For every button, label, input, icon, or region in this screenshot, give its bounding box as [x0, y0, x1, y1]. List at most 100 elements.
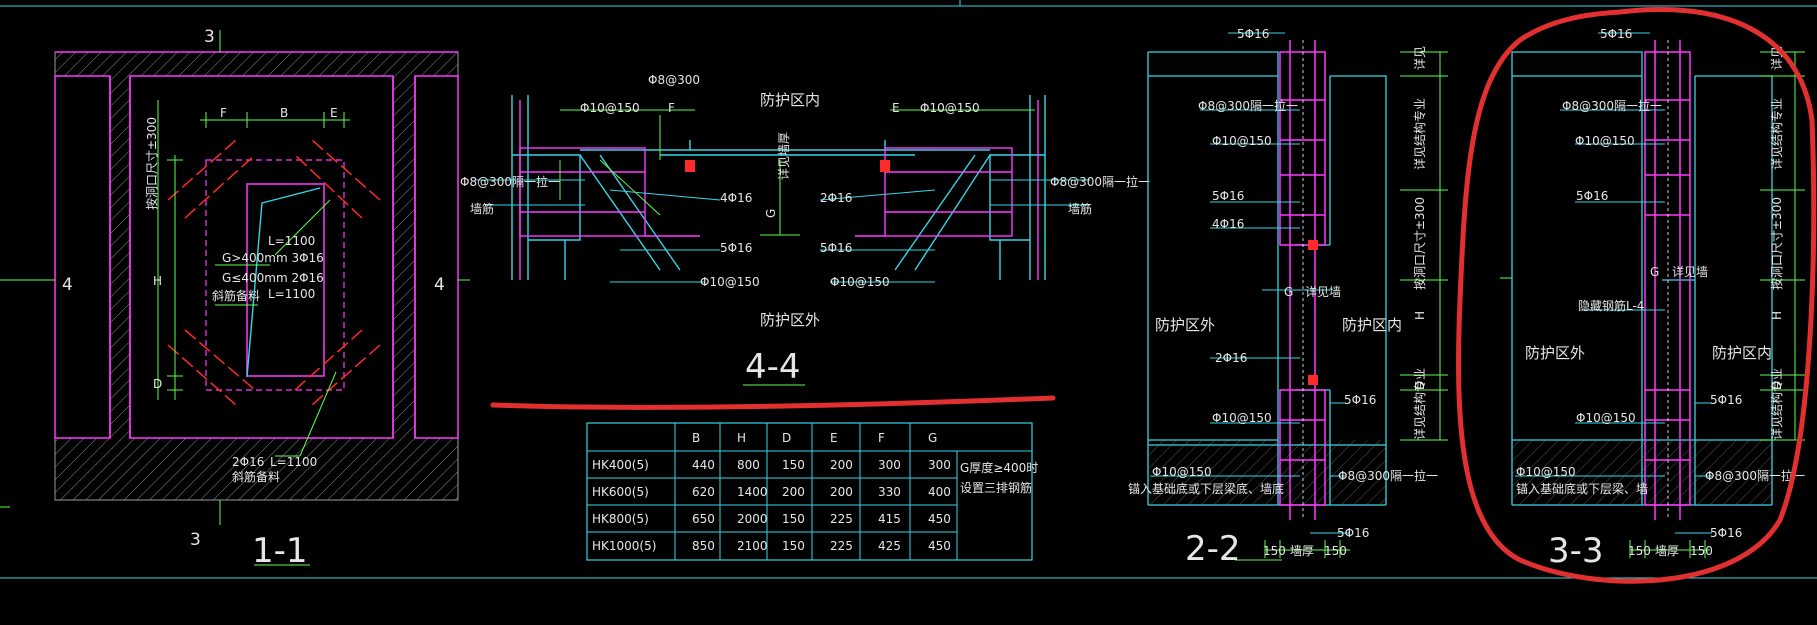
section-title-1-1: 1-1 — [252, 531, 308, 571]
dim-150b: 150 — [1690, 544, 1713, 558]
dim-F: F — [220, 106, 227, 120]
table-cell: 150 — [782, 539, 805, 553]
label-top: 5Φ16 — [1600, 27, 1632, 41]
table-header-cell: D — [782, 431, 791, 445]
label-outside: 防护区外 — [760, 311, 820, 329]
table-cell: 225 — [830, 539, 853, 553]
label-anchor: 锚入基础底或下层梁底、墙底 — [1128, 481, 1284, 496]
table-cell: 200 — [830, 485, 853, 499]
label-wall-thick: 详见墙厚 — [776, 132, 791, 180]
label-top: 5Φ16 — [1237, 27, 1269, 41]
label-inside: 防护区内 — [1712, 344, 1772, 362]
table-cell: HK800(5) — [592, 512, 649, 526]
cut-label-bottom: 3 — [190, 530, 201, 550]
rd-4: H — [1770, 311, 1784, 320]
label-bot5: 5Φ16 — [1710, 526, 1742, 540]
section-2-2: 5Φ16 Φ8@300隔一拉一 Φ10@150 5Φ16 4Φ16 G 详见墙 … — [1128, 27, 1448, 569]
note-L2: L=1100 — [268, 287, 315, 301]
table-header-cell: E — [830, 431, 838, 445]
dim-wall: 墙厚 — [1655, 544, 1679, 558]
label-outside: 防护区外 — [1525, 344, 1585, 362]
table-cell: 330 — [878, 485, 901, 499]
label-l-4phi16: 4Φ16 — [720, 191, 752, 205]
section-title-3-3: 3-3 — [1548, 531, 1604, 571]
cad-drawing-canvas[interactable]: 3 3 4 4 F B E H D 按洞口尺寸±300 L=1100 G>400… — [0, 0, 1817, 625]
label-r-5phi16: 5Φ16 — [820, 241, 852, 255]
table-cell: 150 — [782, 458, 805, 472]
rd-3: 按洞口尺寸±300 — [1413, 197, 1427, 290]
label-G: G — [1650, 265, 1659, 279]
note-L1: L=1100 — [268, 234, 315, 248]
label-r-phi8g: Φ8@300隔一拉一 — [1050, 174, 1150, 189]
table-header-cell: B — [692, 431, 700, 445]
cut-label-right: 4 — [434, 275, 445, 295]
section-title-2-2: 2-2 — [1185, 529, 1241, 569]
rd-6: 详见结构专业 — [1412, 368, 1427, 440]
table-cell: 800 — [737, 458, 760, 472]
table-cell: 2100 — [737, 539, 768, 553]
table-cell: 300 — [878, 458, 901, 472]
label-r-b10: Φ10@150 — [830, 275, 890, 289]
label-r-wall: 墙筋 — [1068, 201, 1092, 216]
table-cell: 200 — [782, 485, 805, 499]
table-cell: 450 — [928, 539, 951, 553]
label-l-F: F — [668, 101, 675, 115]
table-cell: HK400(5) — [592, 458, 649, 472]
cut-label-top: 3 — [204, 27, 215, 47]
note-g2: G≤400mm 2Φ16 — [222, 271, 324, 285]
label-r-E: E — [892, 101, 900, 115]
cut-label-left: 4 — [62, 275, 73, 295]
table-cell: 650 — [692, 512, 715, 526]
parameter-table: B H D E F G HK400(5) 440 800 150 200 300 300 HK600(5)… — [586, 422, 1038, 561]
rd-2: 详见结构专业 — [1769, 98, 1784, 170]
label-5phi16: 5Φ16 — [1212, 189, 1244, 203]
label-4phi16: 4Φ16 — [1212, 217, 1244, 231]
table-cells: B H D E F G HK400(5) 440 800 150 200 300 300 HK600(5)… — [592, 431, 951, 553]
rd-4: H — [1413, 311, 1427, 320]
label-r-2phi16: 2Φ16 — [820, 191, 852, 205]
label-inside: 防护区内 — [760, 91, 820, 109]
highlight-underline — [490, 395, 1056, 410]
rd-2: 详见结构专业 — [1412, 98, 1427, 170]
label-wall: 详见墙 — [1672, 264, 1708, 279]
table-cell: 400 — [928, 485, 951, 499]
label-bot5: 5Φ16 — [1337, 526, 1369, 540]
dim-H: H — [153, 274, 162, 288]
table-header-cell: F — [878, 431, 885, 445]
dim-wall: 墙厚 — [1290, 544, 1314, 558]
table-header-cell: G — [928, 431, 937, 445]
rd-3: 按洞口尺寸±300 — [1770, 197, 1784, 290]
label-wall: 详见墙 — [1305, 284, 1341, 299]
dim-E: E — [330, 106, 338, 120]
label-l-5phi16: 5Φ16 — [720, 241, 752, 255]
label-5phi16: 5Φ16 — [1576, 189, 1608, 203]
label-phi8: Φ8@300隔一拉一 — [1198, 98, 1298, 113]
side-dim-note: 按洞口尺寸±300 — [145, 117, 159, 210]
label-G: G — [764, 209, 778, 218]
table-cell: 440 — [692, 458, 715, 472]
dim-150a: 150 — [1628, 544, 1651, 558]
label-l-b10: Φ10@150 — [700, 275, 760, 289]
dim-150a: 150 — [1263, 544, 1286, 558]
table-cell: HK600(5) — [592, 485, 649, 499]
dim-D: D — [153, 377, 162, 391]
label-hidden: 隐藏钢筋L-4 — [1578, 298, 1644, 313]
label-phi10b: Φ10@150 — [1576, 411, 1636, 425]
note-L3: L=1100 — [270, 455, 317, 469]
table-cell: 450 — [928, 512, 951, 526]
label-r-phi10: Φ10@150 — [920, 101, 980, 115]
table-cell: 415 — [878, 512, 901, 526]
note-g1: G>400mm 3Φ16 — [222, 251, 324, 265]
label-l-phi8g: Φ8@300隔一拉一 — [460, 174, 560, 189]
label-phi10c: Φ10@150 — [1152, 465, 1212, 479]
label-phi10c: Φ10@150 — [1516, 465, 1576, 479]
table-cell: 425 — [878, 539, 901, 553]
note-fa2: 斜筋备料 — [232, 469, 280, 484]
label-phi8: Φ8@300隔一拉一 — [1562, 98, 1662, 113]
rd-6: 详见结构专业 — [1769, 368, 1784, 440]
label-l-phi10: Φ10@150 — [580, 101, 640, 115]
label-2phi16: 2Φ16 — [1215, 351, 1247, 365]
table-header-cell: H — [737, 431, 746, 445]
label-phi8: Φ8@300 — [648, 73, 700, 87]
table-cell: 300 — [928, 458, 951, 472]
